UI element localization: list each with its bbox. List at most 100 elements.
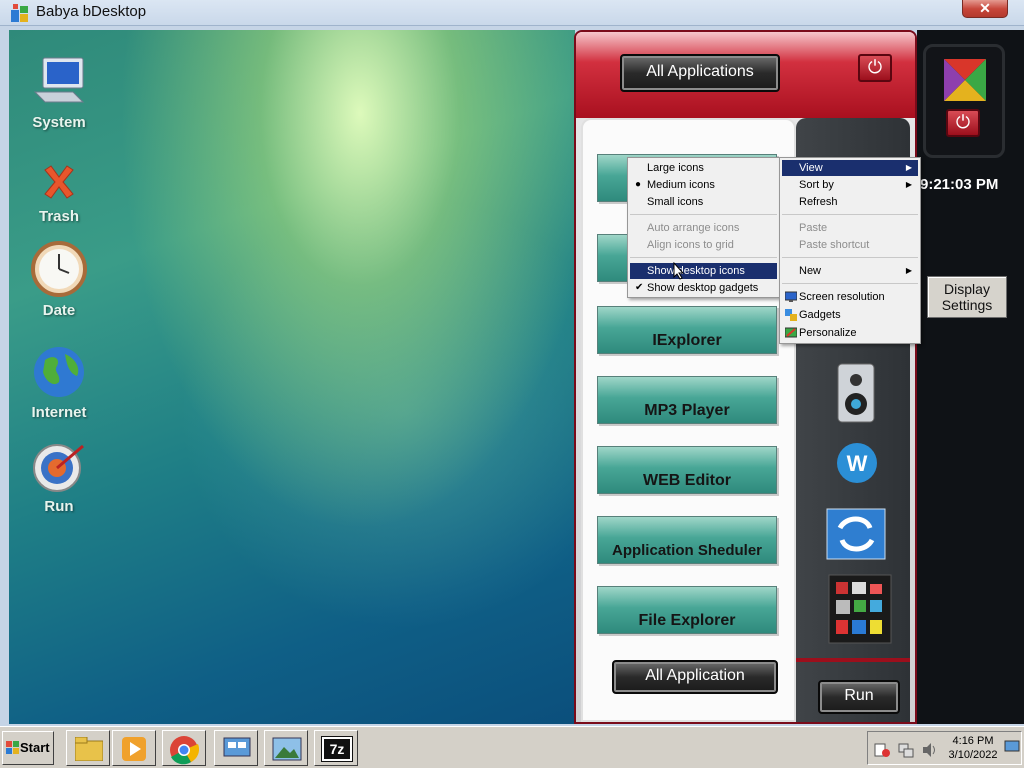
menu-item-label: Show desktop icons xyxy=(647,265,745,277)
menu-item-sort-by[interactable]: Sort by ▶ xyxy=(782,177,918,193)
start-button[interactable]: Start xyxy=(2,731,54,765)
media-player-icon xyxy=(122,737,146,761)
submenu-arrow-icon: ▶ xyxy=(905,180,912,189)
image-viewer-icon xyxy=(272,737,302,761)
divider xyxy=(796,658,910,662)
system-tray: 4:16 PM 3/10/2022 xyxy=(867,731,1022,765)
menu-item-small-icons[interactable]: Small icons xyxy=(630,194,777,210)
menu-item-label: Large icons xyxy=(647,162,704,174)
start-label: Start xyxy=(20,740,50,755)
run-target-icon xyxy=(33,444,84,492)
svg-text:W: W xyxy=(847,451,868,476)
app-button-application-sheduler[interactable]: Application Sheduler xyxy=(597,516,777,564)
chrome-icon xyxy=(170,736,199,765)
title-bar: Babya bDesktop ✕ xyxy=(0,0,1024,26)
run-button[interactable]: Run xyxy=(818,680,900,714)
display-settings-button[interactable]: Display Settings xyxy=(927,276,1007,318)
app-button-web-editor[interactable]: WEB Editor xyxy=(597,446,777,494)
action-center-icon[interactable] xyxy=(874,742,890,758)
all-applications-button[interactable]: All Applications xyxy=(620,54,780,92)
taskbar-chrome[interactable] xyxy=(162,730,206,766)
power-button[interactable]: ⏻ xyxy=(858,54,892,82)
menu-item-label: Medium icons xyxy=(647,179,715,191)
bullet-icon: ● xyxy=(635,179,642,190)
menu-item-refresh[interactable]: Refresh xyxy=(782,194,918,210)
menu-item-label: View xyxy=(799,162,823,174)
menu-item-medium-icons[interactable]: ● Medium icons xyxy=(630,177,777,193)
taskbar-7zip[interactable]: 7z xyxy=(314,730,358,766)
check-icon: ✔ xyxy=(635,282,644,293)
menu-item-label: Gadgets xyxy=(799,309,841,321)
gadgets-icon xyxy=(785,309,797,321)
app-button-file-explorer[interactable]: File Explorer xyxy=(597,586,777,634)
speaker-icon[interactable] xyxy=(836,362,876,424)
taskbar-file-explorer[interactable] xyxy=(66,730,110,766)
network-status-icon[interactable] xyxy=(898,742,914,758)
close-button[interactable]: ✕ xyxy=(962,0,1008,18)
taskbar-network[interactable] xyxy=(214,730,258,766)
menu-item-new[interactable]: New ▶ xyxy=(782,263,918,279)
menu-item-gadgets[interactable]: Gadgets xyxy=(782,307,918,323)
app-button-iexplorer[interactable]: IExplorer xyxy=(597,306,777,354)
menu-item-label: Show desktop gadgets xyxy=(647,282,759,294)
menu-separator xyxy=(782,283,918,284)
7zip-icon: 7z xyxy=(321,736,353,762)
desktop-icon-label: Trash xyxy=(38,208,80,225)
desktop-icon-run[interactable]: Run xyxy=(9,440,109,515)
menu-item-label: Sort by xyxy=(799,179,834,191)
desktop-icon-label: Date xyxy=(42,302,76,319)
menu-item-large-icons[interactable]: Large icons xyxy=(630,160,777,176)
menu-item-show-desktop-gadgets[interactable]: ✔ Show desktop gadgets xyxy=(630,280,777,296)
logo-box: ⏻ xyxy=(923,44,1005,158)
globe-icon xyxy=(34,347,84,397)
clock-display: 9:21:03 PM xyxy=(920,176,999,193)
menu-item-label: Auto arrange icons xyxy=(647,222,740,234)
volume-icon[interactable] xyxy=(922,742,938,758)
taskbar-image-viewer[interactable] xyxy=(264,730,308,766)
desktop-icon-trash[interactable]: Trash xyxy=(9,160,109,225)
menu-separator xyxy=(782,214,918,215)
file-explorer-icon[interactable] xyxy=(828,574,892,644)
menu-item-paste: Paste xyxy=(782,220,918,236)
logo-icon xyxy=(944,59,986,101)
submenu-arrow-icon: ▶ xyxy=(905,266,912,275)
menu-item-show-desktop-icons[interactable]: Show desktop icons xyxy=(630,263,777,279)
show-desktop-icon[interactable] xyxy=(1004,740,1020,754)
desktop-area[interactable]: System Trash Date Internet Run xyxy=(9,30,575,724)
menu-item-screen-resolution[interactable]: Screen resolution xyxy=(782,289,918,305)
view-submenu: Large icons ● Medium icons Small icons Au… xyxy=(627,157,780,298)
windows-logo-icon xyxy=(6,741,19,754)
trash-icon xyxy=(44,165,74,199)
desktop-icon-label: Internet xyxy=(31,404,87,421)
app-button-mp3-player[interactable]: MP3 Player xyxy=(597,376,777,424)
window-title: Babya bDesktop xyxy=(36,3,147,20)
monitor-icon xyxy=(785,291,797,302)
menu-item-paste-shortcut: Paste shortcut xyxy=(782,237,918,253)
menu-separator xyxy=(782,257,918,258)
personalize-icon xyxy=(785,327,797,338)
power-button-secondary[interactable]: ⏻ xyxy=(946,109,980,137)
menu-item-label: Paste shortcut xyxy=(799,239,870,251)
taskbar-media-player[interactable] xyxy=(112,730,156,766)
menu-item-label: Personalize xyxy=(799,327,857,339)
desktop-icon-date[interactable]: Date xyxy=(9,240,109,319)
menu-item-label: Screen resolution xyxy=(799,291,885,303)
mouse-cursor-icon xyxy=(673,262,685,280)
scheduler-icon[interactable] xyxy=(826,508,886,560)
tray-clock[interactable]: 4:16 PM 3/10/2022 xyxy=(946,734,1000,762)
app-icon xyxy=(11,4,28,22)
desktop-icon-system[interactable]: System xyxy=(9,54,109,131)
taskbar: Start 7z 4:16 PM 3/10/2022 xyxy=(0,726,1024,768)
clock-icon xyxy=(31,241,87,297)
web-editor-icon[interactable]: W xyxy=(836,442,878,484)
tray-time: 4:16 PM xyxy=(952,735,994,747)
menu-separator xyxy=(630,214,777,215)
menu-item-auto-arrange: Auto arrange icons xyxy=(630,220,777,236)
desktop-icon-internet[interactable]: Internet xyxy=(9,344,109,421)
launcher-panel: All Applications ⏻ IExplorer MP3 Player … xyxy=(574,30,917,724)
all-application-button[interactable]: All Application xyxy=(612,660,778,694)
menu-item-personalize[interactable]: Personalize xyxy=(782,325,918,341)
desktop-icon-label: Run xyxy=(44,498,74,515)
menu-item-view[interactable]: View ▶ xyxy=(782,160,918,176)
power-icon: ⏻ xyxy=(955,112,971,132)
